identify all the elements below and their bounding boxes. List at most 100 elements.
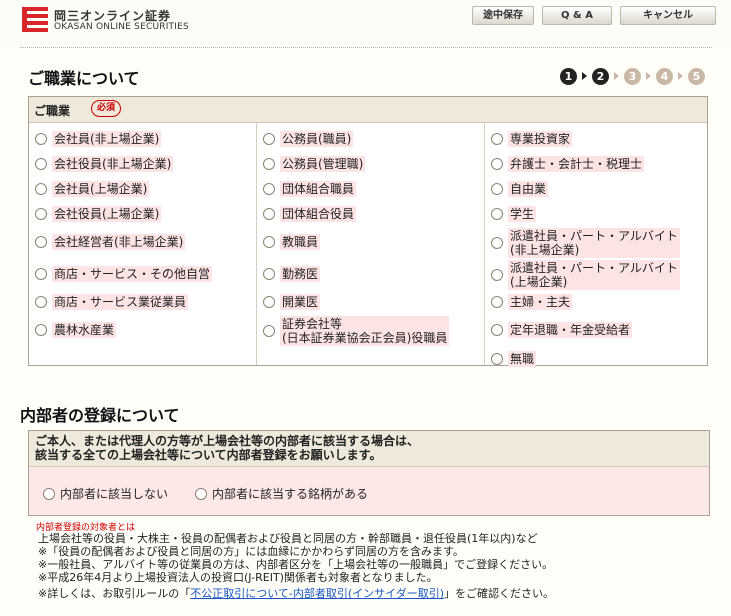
- radio-icon[interactable]: [491, 133, 503, 145]
- occupation-option-label: 無職: [508, 351, 537, 367]
- occupation-option[interactable]: 会社経営者(非上場企業): [35, 234, 186, 250]
- step-3: 3: [624, 67, 641, 85]
- occupation-option[interactable]: 教職員: [263, 234, 321, 250]
- occupation-option[interactable]: 証券会社等 (日本証券業協会正会員)役職員: [263, 316, 450, 346]
- occupation-option[interactable]: 会社役員(上場企業): [35, 206, 162, 222]
- insider-option-yes[interactable]: 内部者に該当する銘柄がある: [195, 485, 368, 502]
- qa-button[interactable]: Q & A: [542, 6, 612, 25]
- occupation-option-label: 教職員: [280, 234, 321, 250]
- radio-icon[interactable]: [491, 269, 503, 281]
- radio-icon[interactable]: [491, 353, 503, 365]
- occupation-option[interactable]: 主婦・主夫: [491, 294, 573, 310]
- occupation-option[interactable]: 公務員(管理職): [263, 156, 366, 172]
- occupation-option[interactable]: 定年退職・年金受給者: [491, 322, 633, 338]
- occupation-option-label: 公務員(管理職): [280, 156, 366, 172]
- step-arrow-icon: [582, 72, 587, 80]
- occupation-option[interactable]: 無職: [491, 351, 537, 367]
- occupation-option-label: 会社員(非上場企業): [52, 131, 162, 147]
- cancel-button[interactable]: キャンセル: [620, 6, 716, 25]
- note-link-suffix: 」をご確認ください。: [444, 587, 554, 600]
- radio-icon[interactable]: [263, 296, 275, 308]
- step-indicator: 1 2 3 4 5: [560, 66, 705, 86]
- radio-icon[interactable]: [491, 237, 503, 249]
- radio-icon[interactable]: [35, 158, 47, 170]
- insider-option-no[interactable]: 内部者に該当しない: [43, 485, 168, 502]
- header-divider: [20, 47, 712, 48]
- required-badge: 必須: [91, 100, 121, 117]
- occupation-option[interactable]: 会社員(上場企業): [35, 181, 150, 197]
- radio-icon[interactable]: [35, 208, 47, 220]
- note-line: ※「役員の配偶者および役員と同居の方」には血縁にかかわらず同居の方を含みます。: [38, 545, 464, 558]
- column-divider: [484, 123, 485, 365]
- occupation-option[interactable]: 開業医: [263, 294, 321, 310]
- radio-icon[interactable]: [263, 133, 275, 145]
- occupation-option-label: 会社役員(非上場企業): [52, 156, 174, 172]
- radio-icon[interactable]: [35, 268, 47, 280]
- occupation-option[interactable]: 専業投資家: [491, 131, 573, 147]
- occupation-option-label: 専業投資家: [508, 131, 573, 147]
- radio-icon[interactable]: [35, 296, 47, 308]
- occupation-option[interactable]: 会社員(非上場企業): [35, 131, 162, 147]
- radio-icon[interactable]: [491, 296, 503, 308]
- occupation-option[interactable]: 勤務医: [263, 266, 321, 282]
- insider-panel: ご本人、または代理人の方等が上場会社等の内部者に該当する場合は、 該当する全ての…: [28, 430, 710, 516]
- radio-icon[interactable]: [491, 183, 503, 195]
- occupation-option[interactable]: 派遣社員・パート・アルバイト (上場企業): [491, 260, 680, 290]
- occupation-option-label: 団体組合役員: [280, 206, 357, 222]
- occupation-option-label: 自由業: [508, 181, 549, 197]
- occupation-table: ご職業 必須 会社員(非上場企業) 会社役員(非上場企業) 会社員(上場企業) 会社役…: [28, 96, 708, 367]
- occupation-option[interactable]: 商店・サービス業従業員: [35, 294, 189, 310]
- radio-icon[interactable]: [491, 158, 503, 170]
- radio-icon[interactable]: [35, 133, 47, 145]
- occupation-option[interactable]: 派遣社員・パート・アルバイト (非上場企業): [491, 228, 680, 258]
- note-line: ※平成26年4月より上場投資法人の投資口(J-REIT)関係者も対象者となりまし…: [38, 571, 438, 584]
- radio-icon[interactable]: [263, 208, 275, 220]
- step-1: 1: [560, 67, 577, 85]
- occupation-option-label: 弁護士・会計士・税理士: [508, 156, 645, 172]
- insider-title: 内部者の登録について: [20, 406, 180, 425]
- radio-icon[interactable]: [195, 487, 207, 500]
- occupation-option-label: 公務員(職員): [280, 131, 354, 147]
- occupation-option[interactable]: 団体組合職員: [263, 181, 357, 197]
- note-link-prefix: ※詳しくは、お取引ルールの「: [38, 587, 191, 600]
- step-arrow-icon: [614, 72, 619, 80]
- occupation-option[interactable]: 農林水産業: [35, 322, 117, 338]
- note-line-link: ※詳しくは、お取引ルールの「不公正取引について-内部者取引(インサイダー取引)」…: [38, 587, 554, 600]
- insider-message: ご本人、または代理人の方等が上場会社等の内部者に該当する場合は、 該当する全ての…: [29, 431, 709, 467]
- save-draft-button[interactable]: 途中保存: [472, 6, 534, 25]
- radio-icon[interactable]: [263, 236, 275, 248]
- occupation-title: ご職業について: [28, 69, 140, 88]
- occupation-option-label: 団体組合職員: [280, 181, 357, 197]
- radio-icon[interactable]: [263, 268, 275, 280]
- radio-icon[interactable]: [491, 208, 503, 220]
- radio-icon[interactable]: [43, 487, 55, 500]
- radio-icon[interactable]: [263, 325, 275, 337]
- occupation-option-label: 主婦・主夫: [508, 294, 573, 310]
- radio-icon[interactable]: [263, 183, 275, 195]
- occupation-option[interactable]: 学生: [491, 206, 537, 222]
- step-4: 4: [656, 67, 673, 85]
- occupation-option-label: 商店・サービス業従業員: [52, 294, 189, 310]
- occupation-option-label: 派遣社員・パート・アルバイト (上場企業): [508, 260, 680, 290]
- occupation-option-label: 商店・サービス・その他自営: [52, 266, 213, 282]
- occupation-option[interactable]: 団体組合役員: [263, 206, 357, 222]
- occupation-option[interactable]: 会社役員(非上場企業): [35, 156, 174, 172]
- note-line: 上場会社等の役員・大株主・役員の配偶者および役員と同居の方・幹部職員・退任役員(…: [38, 532, 538, 545]
- radio-icon[interactable]: [35, 324, 47, 336]
- radio-icon[interactable]: [35, 236, 47, 248]
- step-arrow-icon: [646, 72, 651, 80]
- okasan-logo-icon: [22, 7, 48, 32]
- occupation-option[interactable]: 商店・サービス・その他自営: [35, 266, 213, 282]
- radio-icon[interactable]: [263, 158, 275, 170]
- occupation-option[interactable]: 公務員(職員): [263, 131, 354, 147]
- occupation-option-label: 会社員(上場企業): [52, 181, 150, 197]
- occupation-option-label: 開業医: [280, 294, 321, 310]
- occupation-option[interactable]: 弁護士・会計士・税理士: [491, 156, 645, 172]
- occupation-option-label: 会社経営者(非上場企業): [52, 234, 186, 250]
- occupation-options: 会社員(非上場企業) 会社役員(非上場企業) 会社員(上場企業) 会社役員(上場企業)…: [29, 123, 707, 367]
- occupation-option[interactable]: 自由業: [491, 181, 549, 197]
- occupation-header: ご職業 必須: [29, 97, 707, 123]
- unfair-trading-link[interactable]: 不公正取引について-内部者取引(インサイダー取引): [190, 587, 444, 600]
- radio-icon[interactable]: [491, 324, 503, 336]
- radio-icon[interactable]: [35, 183, 47, 195]
